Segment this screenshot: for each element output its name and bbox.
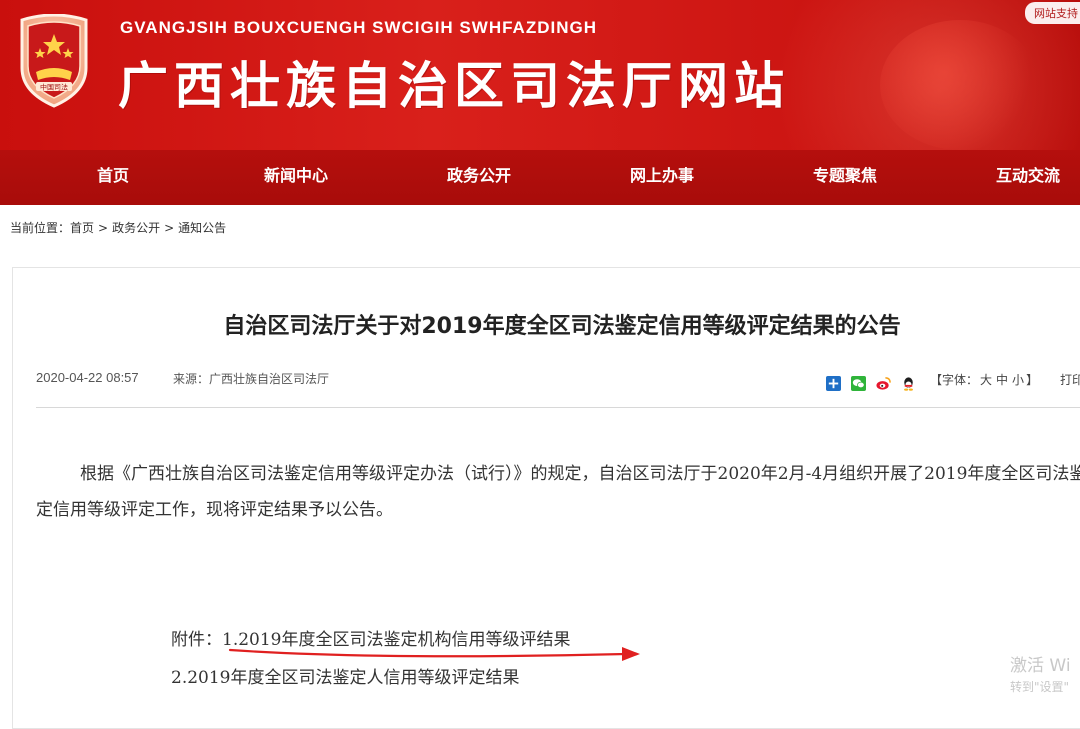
breadcrumb: 当前位置：首页 > 政务公开 > 通知公告	[10, 219, 226, 236]
attachment-line-2: 2.2019年度全区司法鉴定人信用等级评定结果	[171, 663, 519, 688]
font-size-close-label: 】	[1026, 373, 1039, 387]
windows-activation-watermark-sub: 转到"设置"	[1010, 680, 1070, 694]
attachment-link-appraisers[interactable]: 2.2019年度全区司法鉴定人信用等级评定结果	[171, 668, 519, 688]
article-meta-divider	[36, 407, 1080, 408]
attachment-prefix: 附件：	[171, 630, 222, 650]
site-latin-name: GVANGJSIH BOUXCUENGH SWCIGIH SWHFAZDINGH	[120, 18, 597, 37]
article-source: 来源：广西壮族自治区司法厅	[173, 372, 330, 386]
site-header-banner: 中国司法 GVANGJSIH BOUXCUENGH SWCIGIH SWHFAZ…	[0, 0, 1080, 150]
weibo-icon[interactable]	[876, 376, 891, 391]
font-size-control: 【字体：大中小】	[930, 371, 1038, 388]
nav-item-interaction[interactable]: 互动交流	[996, 150, 1060, 205]
breadcrumb-separator: >	[98, 221, 109, 235]
breadcrumb-link-notices[interactable]: 通知公告	[178, 221, 226, 235]
font-size-small-button[interactable]: 小	[1012, 373, 1024, 387]
breadcrumb-link-home[interactable]: 首页	[70, 221, 94, 235]
qq-icon[interactable]	[901, 376, 916, 391]
font-size-medium-button[interactable]: 中	[996, 373, 1008, 387]
print-button[interactable]: 打印	[1060, 371, 1080, 388]
share-toolbar	[826, 373, 921, 391]
wechat-icon[interactable]	[851, 376, 867, 391]
site-support-badge[interactable]: 网站支持	[1025, 2, 1080, 24]
share-plus-icon[interactable]	[826, 376, 841, 391]
red-annotation-arrow	[228, 647, 640, 661]
article-body-paragraph: 根据《广西壮族自治区司法鉴定信用等级评定办法（试行）》的规定，自治区司法厅于20…	[36, 464, 1080, 520]
nav-item-government-affairs[interactable]: 政务公开	[447, 150, 511, 205]
breadcrumb-prefix: 当前位置：	[10, 221, 71, 235]
font-size-open-label: 【字体：	[930, 373, 979, 387]
article-date: 2020-04-22 08:57	[36, 370, 139, 385]
svg-text:中国司法: 中国司法	[40, 83, 68, 92]
article-title: 自治区司法厅关于对2019年度全区司法鉴定信用等级评定结果的公告	[223, 314, 901, 339]
banner-rose-decoration	[880, 20, 1040, 150]
main-nav: 首页 新闻中心 政务公开 网上办事 专题聚焦 互动交流	[0, 150, 1080, 205]
nav-item-news-center[interactable]: 新闻中心	[264, 150, 328, 205]
site-title: 广西壮族自治区司法厅网站	[118, 57, 790, 115]
nav-item-special-topics[interactable]: 专题聚焦	[813, 150, 877, 205]
windows-activation-watermark: 激活 Wi	[1010, 656, 1071, 676]
judicial-emblem-icon: 中国司法	[20, 14, 88, 108]
nav-item-home[interactable]: 首页	[97, 150, 129, 205]
breadcrumb-link-government-affairs[interactable]: 政务公开	[112, 221, 160, 235]
nav-item-online-services[interactable]: 网上办事	[630, 150, 694, 205]
font-size-large-button[interactable]: 大	[980, 373, 992, 387]
breadcrumb-separator: >	[164, 221, 175, 235]
